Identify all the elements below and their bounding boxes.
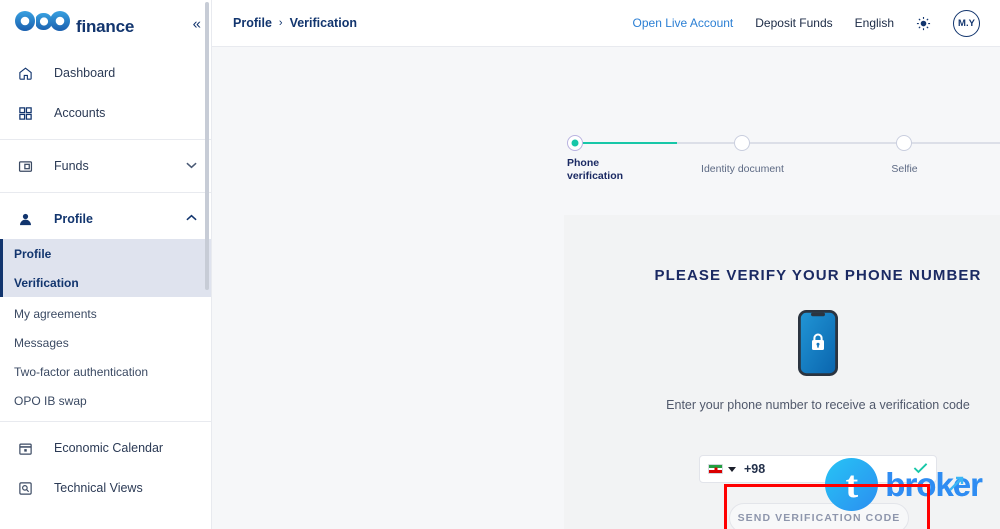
- sidebar-item-label: Profile: [54, 212, 93, 226]
- brand-name: finance: [76, 17, 135, 36]
- sidebar-item-dashboard[interactable]: Dashboard: [0, 53, 211, 93]
- sidebar-item-label: Accounts: [54, 106, 106, 120]
- opo-logo-icon: [14, 10, 72, 32]
- sidebar-subitem-label: Two-factor authentication: [14, 364, 149, 379]
- arrow-icon: [947, 464, 967, 502]
- sidebar-item-funds[interactable]: Funds: [0, 146, 211, 186]
- collapse-sidebar-icon[interactable]: «: [193, 16, 201, 31]
- tbroker-mark-icon: t: [825, 458, 879, 511]
- sidebar-subitem-profile[interactable]: Profile: [0, 239, 211, 268]
- stepper-line-3: [912, 142, 1000, 144]
- sidebar-item-label: Dashboard: [54, 66, 116, 80]
- sidebar-subitem-two-factor-authentication[interactable]: Two-factor authentication: [0, 357, 211, 386]
- stepper-node-selfie[interactable]: [896, 135, 912, 151]
- stepper-node-phone-verification[interactable]: [567, 135, 583, 151]
- profile-submenu-rest: My agreements Messages Two-factor authen…: [0, 297, 211, 415]
- sidebar-item-accounts[interactable]: Accounts: [0, 93, 211, 133]
- sun-icon[interactable]: [916, 16, 931, 31]
- chevron-down-icon[interactable]: [186, 161, 197, 172]
- sidebar-item-label: Economic Calendar: [54, 441, 164, 455]
- sidebar-item-profile[interactable]: Profile: [0, 199, 211, 239]
- stepper-label-identity-document: Identity document: [701, 163, 784, 175]
- dial-code-value: +98: [744, 462, 766, 476]
- main-area: Profile › Verification Open Live Account…: [212, 0, 1000, 529]
- stepper-track: [567, 135, 1000, 151]
- page-title: PLEASE VERIFY YOUR PHONE NUMBER: [654, 267, 982, 284]
- sidebar-subitem-label: My agreements: [14, 306, 97, 321]
- sidebar-subitem-my-agreements[interactable]: My agreements: [0, 299, 211, 328]
- deposit-funds-link[interactable]: Deposit Funds: [755, 16, 832, 30]
- sidebar-nav: Dashboard Accounts Funds Profile Profile…: [0, 47, 211, 508]
- sidebar-item-label: Technical Views: [54, 481, 143, 495]
- brand-row: finance «: [0, 0, 211, 47]
- sidebar-divider: [0, 421, 211, 422]
- iran-flag-icon: [708, 464, 723, 474]
- avatar-initials: M.Y: [958, 17, 975, 29]
- stepper-label-selfie: Selfie: [891, 163, 918, 175]
- topbar-actions: Open Live Account Deposit Funds English …: [633, 9, 980, 37]
- search-square-icon: [14, 481, 36, 496]
- profile-submenu-active: Profile Verification: [0, 239, 211, 297]
- country-dropdown-caret-icon[interactable]: [728, 466, 736, 472]
- tbroker-wordmark-text: broker: [885, 465, 983, 503]
- stepper-label-proof-of-residence: Proof of residence: [982, 163, 1000, 176]
- breadcrumb: Profile › Verification: [233, 16, 357, 30]
- grid-icon: [14, 106, 36, 121]
- stepper-label-phone-verification: Phone verification: [567, 157, 624, 182]
- stepper-line-1: [677, 142, 734, 144]
- sidebar-scrollbar[interactable]: [205, 2, 209, 290]
- home-icon: [14, 66, 36, 81]
- stepper-line-completed: [583, 142, 677, 144]
- content-area: Phone verification Identity document Sel…: [212, 47, 1000, 529]
- sidebar-item-technical-views[interactable]: Technical Views: [0, 468, 211, 508]
- topbar: Profile › Verification Open Live Account…: [212, 0, 1000, 47]
- phone-lock-icon: [797, 309, 839, 381]
- open-live-account-link[interactable]: Open Live Account: [633, 16, 734, 30]
- sidebar-subitem-opo-ib-swap[interactable]: OPO IB swap: [0, 386, 211, 415]
- sidebar-item-label: Funds: [54, 159, 89, 173]
- language-selector[interactable]: English: [855, 16, 894, 30]
- sidebar-subitem-label: Profile: [14, 246, 52, 261]
- tbroker-watermark-logo: t broker: [825, 458, 983, 511]
- calendar-icon: [14, 441, 36, 456]
- stepper-line-2: [750, 142, 896, 144]
- sidebar-item-economic-calendar[interactable]: Economic Calendar: [0, 428, 211, 468]
- breadcrumb-parent[interactable]: Profile: [233, 16, 272, 30]
- sidebar-subitem-label: Verification: [14, 275, 79, 290]
- avatar[interactable]: M.Y: [953, 9, 980, 37]
- page-subtitle: Enter your phone number to receive a ver…: [666, 398, 970, 412]
- sidebar: finance « Dashboard Accounts Funds Profi…: [0, 0, 212, 529]
- chevron-up-icon[interactable]: [186, 214, 197, 225]
- breadcrumb-current: Verification: [289, 16, 357, 30]
- tbroker-wordmark: broker: [885, 464, 983, 504]
- sidebar-subitem-messages[interactable]: Messages: [0, 328, 211, 357]
- sidebar-subitem-label: Messages: [14, 335, 69, 350]
- verification-stepper: Phone verification Identity document Sel…: [567, 135, 1000, 195]
- sidebar-subitem-verification[interactable]: Verification: [0, 268, 211, 297]
- breadcrumb-separator-icon: ›: [278, 17, 283, 29]
- stepper-node-identity-document[interactable]: [734, 135, 750, 151]
- sidebar-divider: [0, 192, 211, 193]
- wallet-icon: [14, 159, 36, 174]
- user-icon: [14, 212, 36, 227]
- app-root: finance « Dashboard Accounts Funds Profi…: [0, 0, 1000, 529]
- app-logo[interactable]: finance: [14, 10, 134, 37]
- sidebar-subitem-label: OPO IB swap: [14, 393, 87, 408]
- sidebar-divider: [0, 139, 211, 140]
